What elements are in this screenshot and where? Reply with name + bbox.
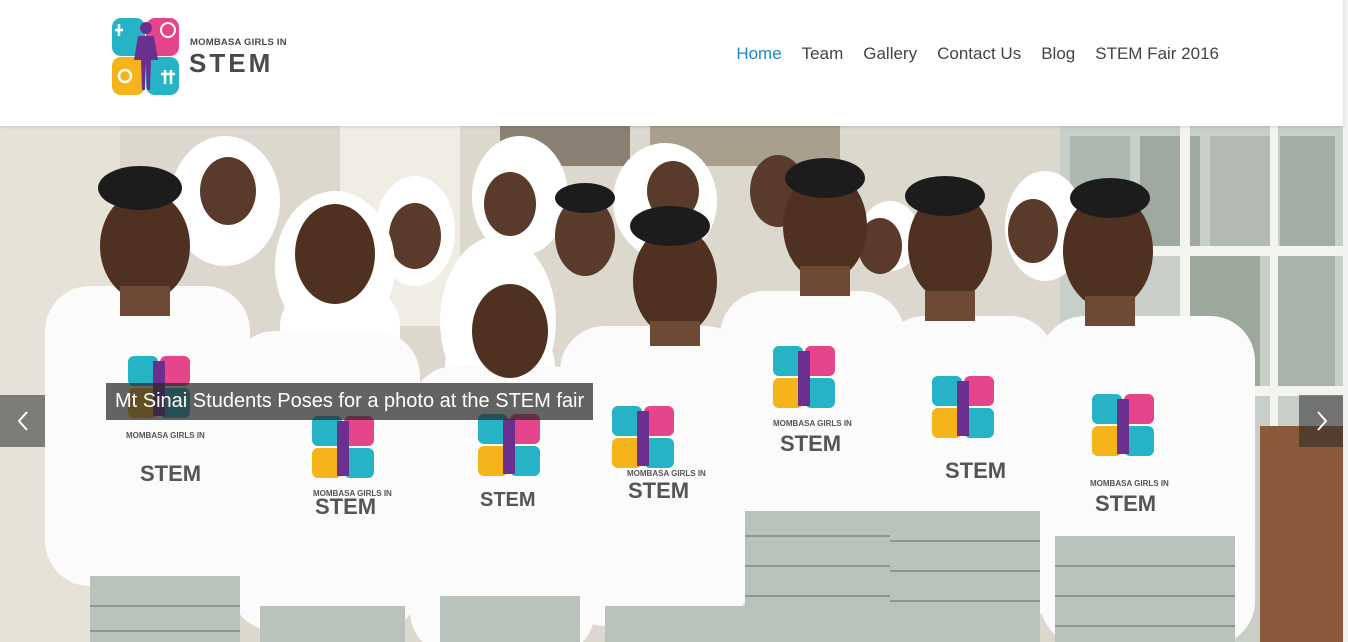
shirt-text-stem: STEM bbox=[480, 489, 536, 511]
shirt-text-small: MOMBASA GIRLS IN bbox=[627, 469, 706, 478]
shirt-text-stem: STEM bbox=[628, 478, 689, 503]
page-scrollbar[interactable] bbox=[1343, 0, 1348, 642]
nav-item-team[interactable]: Team bbox=[802, 44, 844, 64]
slider-next-button[interactable] bbox=[1299, 395, 1343, 447]
chevron-right-icon bbox=[1316, 411, 1327, 431]
nav-item-home[interactable]: Home bbox=[736, 44, 781, 64]
shirt-text-stem: STEM bbox=[315, 494, 376, 519]
shirt-text-stem: STEM bbox=[945, 458, 1006, 483]
logo-tagline: MOMBASA GIRLS IN bbox=[190, 37, 287, 48]
site-logo[interactable]: MOMBASA GIRLS IN STEM bbox=[111, 16, 291, 96]
nav-item-contact-us[interactable]: Contact Us bbox=[937, 44, 1021, 64]
slider-prev-button[interactable] bbox=[0, 395, 45, 447]
shirt-text-stem: STEM bbox=[140, 461, 201, 486]
shirt-text-small: MOMBASA GIRLS IN bbox=[1090, 479, 1169, 488]
shirt-text-small: MOMBASA GIRLS IN bbox=[773, 419, 852, 428]
chevron-left-icon bbox=[17, 411, 28, 431]
shirt-text-stem: STEM bbox=[1095, 491, 1156, 516]
hero-slider: MOMBASA GIRLS IN STEM MOMBASA GIRLS IN S… bbox=[0, 126, 1343, 642]
nav-item-blog[interactable]: Blog bbox=[1041, 44, 1075, 64]
shirt-text-small: MOMBASA GIRLS IN bbox=[126, 431, 205, 440]
logo-mark-icon bbox=[112, 18, 179, 95]
slide-caption: Mt Sinai Students Poses for a photo at t… bbox=[106, 383, 594, 420]
nav-item-gallery[interactable]: Gallery bbox=[863, 44, 917, 64]
site-header: MOMBASA GIRLS IN STEM Home Team Gallery … bbox=[0, 0, 1343, 126]
logo-wordmark: STEM bbox=[189, 48, 274, 78]
main-nav: Home Team Gallery Contact Us Blog STEM F… bbox=[736, 44, 1219, 64]
shirt-text-stem: STEM bbox=[780, 431, 841, 456]
nav-item-stem-fair-2016[interactable]: STEM Fair 2016 bbox=[1095, 44, 1219, 64]
